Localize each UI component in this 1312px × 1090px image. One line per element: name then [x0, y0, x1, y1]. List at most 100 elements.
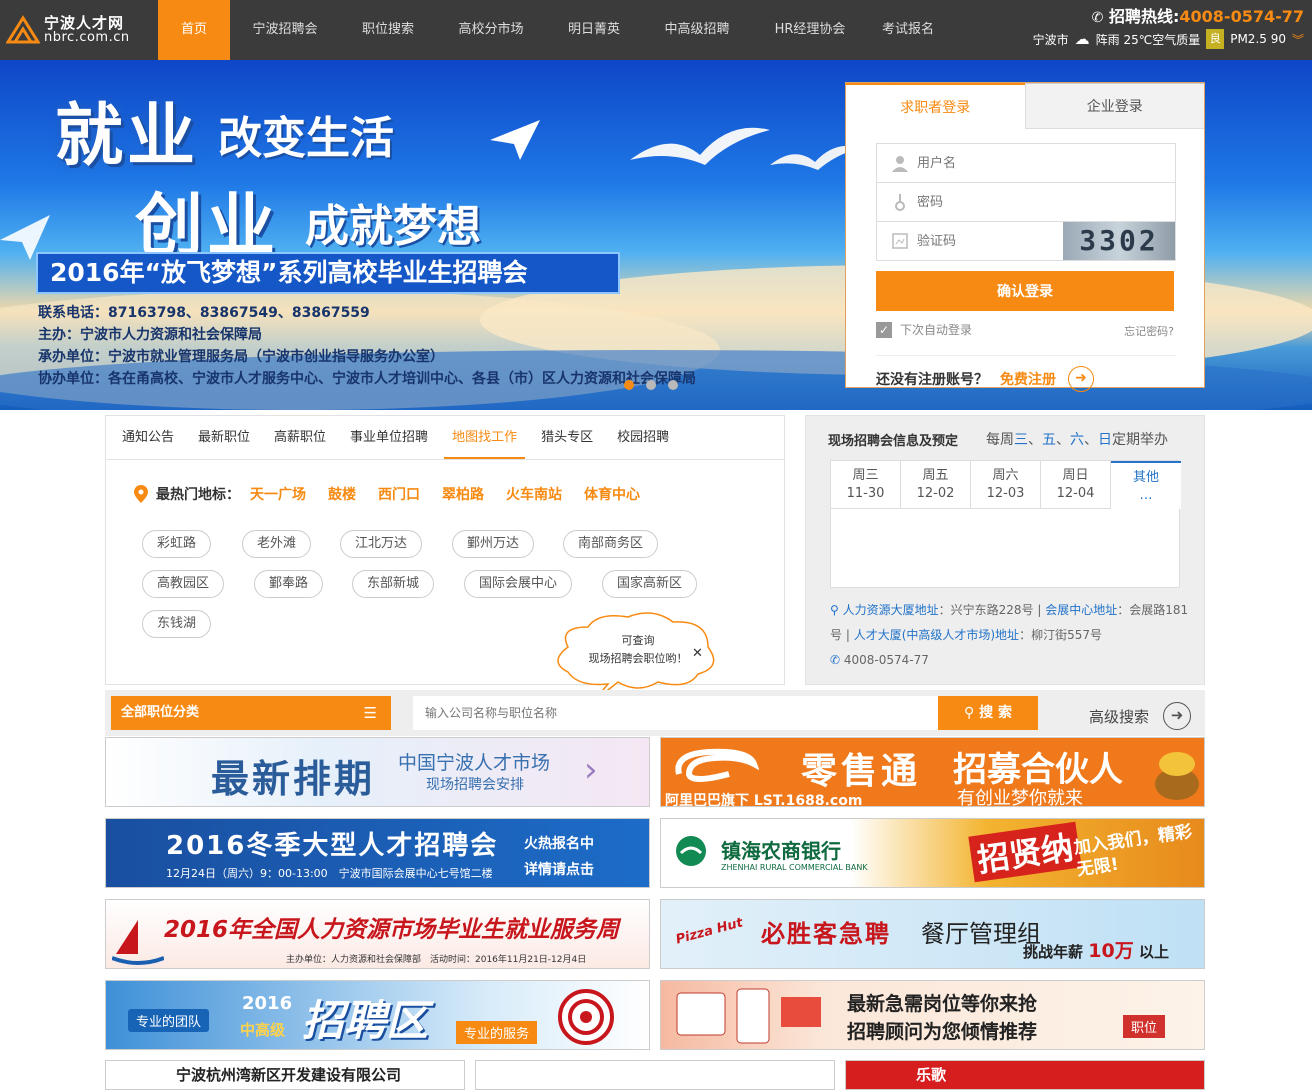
- tab-day-fri[interactable]: 周五 12-02: [901, 461, 971, 509]
- tab-notices[interactable]: 通知公告: [114, 416, 182, 459]
- forgot-password-link[interactable]: 忘记密码?: [1124, 323, 1174, 339]
- username-field[interactable]: [876, 143, 1176, 183]
- tab-company-login[interactable]: 企业登录: [1024, 83, 1204, 129]
- arrow-right-icon: ➜: [1163, 702, 1192, 730]
- area-tag[interactable]: 鄞奉路: [254, 570, 324, 598]
- ad-text: 现场招聘会安排: [426, 777, 524, 793]
- search-icon: ⚲: [963, 705, 975, 721]
- ad-text: 中国宁波人才市场: [398, 752, 551, 774]
- nav-job-search[interactable]: 职位搜索: [340, 0, 436, 60]
- chevron-right-icon: ›: [584, 750, 598, 790]
- ad-zhenhai-bank[interactable]: 镇海农商银行 ZHENHAI RURAL COMMERCIAL BANK 招贤纳…: [660, 818, 1205, 888]
- company-logo-card[interactable]: 宁波杭州湾新区开发建设有限公司: [105, 1060, 465, 1090]
- day-date: …: [1139, 488, 1153, 503]
- password-input[interactable]: [917, 194, 1067, 210]
- carousel-dot[interactable]: [624, 380, 634, 390]
- banner-headline-1b: 改变生活: [218, 113, 394, 164]
- ad-text: 火热报名中: [524, 836, 594, 852]
- area-tag[interactable]: 江北万达: [340, 530, 423, 558]
- company-logo-card[interactable]: [475, 1060, 835, 1090]
- tab-latest-jobs[interactable]: 最新职位: [190, 416, 258, 459]
- captcha-image[interactable]: 3302: [1063, 222, 1175, 260]
- chevron-down-icon[interactable]: ︾: [1292, 31, 1304, 48]
- address-text: ：柳汀街557号: [1019, 628, 1102, 642]
- hot-landmark[interactable]: 鼓楼: [328, 484, 356, 504]
- search-button[interactable]: ⚲ 搜 索: [938, 696, 1038, 730]
- carousel-dots: [624, 380, 678, 390]
- company-logo-card[interactable]: 乐歌: [845, 1060, 1205, 1090]
- area-tag[interactable]: 东部新城: [352, 570, 435, 598]
- carousel-dot[interactable]: [646, 380, 656, 390]
- search-input[interactable]: [413, 696, 939, 730]
- nav-campus-market[interactable]: 高校分市场: [436, 0, 546, 60]
- tab-campus[interactable]: 校园招聘: [609, 416, 677, 459]
- address-link[interactable]: 会展中心地址: [1045, 603, 1117, 617]
- ad-urgent-positions[interactable]: 最新急需岗位等你来抢 招聘顾问为您倾情推荐 职位: [660, 980, 1205, 1050]
- tab-map-jobs[interactable]: 地图找工作: [444, 416, 526, 459]
- day-name: 周三: [852, 468, 879, 483]
- ad-alibaba-lst[interactable]: 零售通 招募合伙人 有创业梦你就来 阿里巴巴旗下 LST.1688.com: [660, 737, 1205, 807]
- fair-panel: 现场招聘会信息及预定 每周三、五、六、日定期举办 周三 11-30 周五 12-02…: [805, 415, 1205, 685]
- category-label: 全部职位分类: [121, 705, 200, 720]
- tab-day-other[interactable]: 其他…: [1111, 461, 1181, 509]
- ad-senior-recruitment[interactable]: 专业的团队 2016 中高级 招聘区 专业的服务: [105, 980, 650, 1050]
- close-icon[interactable]: ✕: [692, 646, 703, 661]
- hot-landmark[interactable]: 体育中心: [584, 484, 640, 504]
- hot-landmark[interactable]: 火车南站: [506, 484, 562, 504]
- nav-exam-signup[interactable]: 考试报名: [868, 0, 948, 60]
- address-link[interactable]: 人才大厦(中高级人才市场)地址: [854, 628, 1019, 642]
- phone-illustration-icon: [676, 988, 821, 1044]
- hot-landmark[interactable]: 西门口: [378, 484, 420, 504]
- jobs-tabs: 通知公告 最新职位 高薪职位 事业单位招聘 地图找工作 猎头专区 校园招聘: [106, 416, 784, 460]
- top-bar: 宁波人才网 nbrc.com.cn 首页 宁波招聘会 职位搜索 高校分市场 明日…: [0, 0, 1312, 60]
- area-tag[interactable]: 鄞州万达: [452, 530, 535, 558]
- carousel-dot[interactable]: [668, 380, 678, 390]
- ad-headline: 零售通: [801, 751, 922, 792]
- schedule-day: 五: [1042, 432, 1056, 448]
- advanced-search[interactable]: 高级搜索 ➜: [1089, 702, 1192, 730]
- tab-seeker-login[interactable]: 求职者登录: [846, 83, 1025, 129]
- register-link[interactable]: 免费注册: [1000, 369, 1056, 389]
- tab-headhunter[interactable]: 猎头专区: [533, 416, 601, 459]
- ad-pizza-hut[interactable]: Pizza Hut 必胜客急聘 餐厅管理组 挑战年薪 10万 以上: [660, 899, 1205, 969]
- site-logo[interactable]: 宁波人才网 nbrc.com.cn: [6, 12, 146, 48]
- schedule-day: 六: [1070, 432, 1084, 448]
- ad-text: 2016: [242, 993, 293, 1014]
- tab-day-sun[interactable]: 周日 12-04: [1041, 461, 1111, 509]
- area-tag[interactable]: 彩虹路: [142, 530, 212, 558]
- login-submit-button[interactable]: 确认登录: [876, 271, 1174, 311]
- area-tag[interactable]: 国家高新区: [602, 570, 698, 598]
- captcha-input[interactable]: [917, 233, 1067, 249]
- ad-graduate-week[interactable]: 2016年全国人力资源市场毕业生就业服务周 主办单位：人力资源和社会保障部 活动…: [105, 899, 650, 969]
- nav-home[interactable]: 首页: [158, 0, 230, 60]
- tab-high-salary[interactable]: 高薪职位: [266, 416, 334, 459]
- area-tag[interactable]: 国际会展中心: [464, 570, 573, 598]
- area-tag[interactable]: 东钱湖: [142, 610, 212, 638]
- nav-hr-association[interactable]: HR经理协会: [752, 0, 868, 60]
- tab-public-institution[interactable]: 事业单位招聘: [342, 416, 436, 459]
- day-name: 周日: [1062, 468, 1089, 483]
- password-field[interactable]: [876, 182, 1176, 222]
- username-input[interactable]: [917, 155, 1067, 171]
- banner-headline-1: 就业: [55, 97, 200, 176]
- hot-landmark[interactable]: 天一广场: [250, 484, 306, 504]
- remember-me[interactable]: ✓ 下次自动登录: [876, 321, 972, 338]
- tab-day-sat[interactable]: 周六 12-03: [971, 461, 1041, 509]
- arrow-right-icon[interactable]: ➜: [1068, 366, 1094, 392]
- hot-landmark[interactable]: 翠柏路: [442, 484, 484, 504]
- nav-future-elite[interactable]: 明日菁英: [546, 0, 642, 60]
- ad-latest-schedule[interactable]: 最新排期 中国宁波人才市场 现场招聘会安排 ›: [105, 737, 650, 807]
- tab-day-wed[interactable]: 周三 11-30: [831, 461, 901, 509]
- area-tag[interactable]: 高教园区: [142, 570, 225, 598]
- area-tag[interactable]: 老外滩: [242, 530, 312, 558]
- ad-winter-fair[interactable]: 2016冬季大型人才招聘会 12月24日（周六）9：00-13:00 宁波市国际…: [105, 818, 650, 888]
- captcha-field[interactable]: 3302: [876, 221, 1176, 261]
- checkbox-checked-icon[interactable]: ✓: [876, 321, 892, 338]
- address-link[interactable]: 人力资源大厦地址: [843, 603, 939, 617]
- hotline-number: 4008-0574-77: [1179, 7, 1304, 26]
- nav-senior-jobs[interactable]: 中高级招聘: [642, 0, 752, 60]
- nav-job-fair[interactable]: 宁波招聘会: [230, 0, 340, 60]
- area-tag[interactable]: 南部商务区: [563, 530, 659, 558]
- banner-event-strip: 2016年“放飞梦想”系列高校毕业生招聘会: [36, 252, 620, 294]
- all-categories-button[interactable]: 全部职位分类 ☰: [111, 696, 391, 730]
